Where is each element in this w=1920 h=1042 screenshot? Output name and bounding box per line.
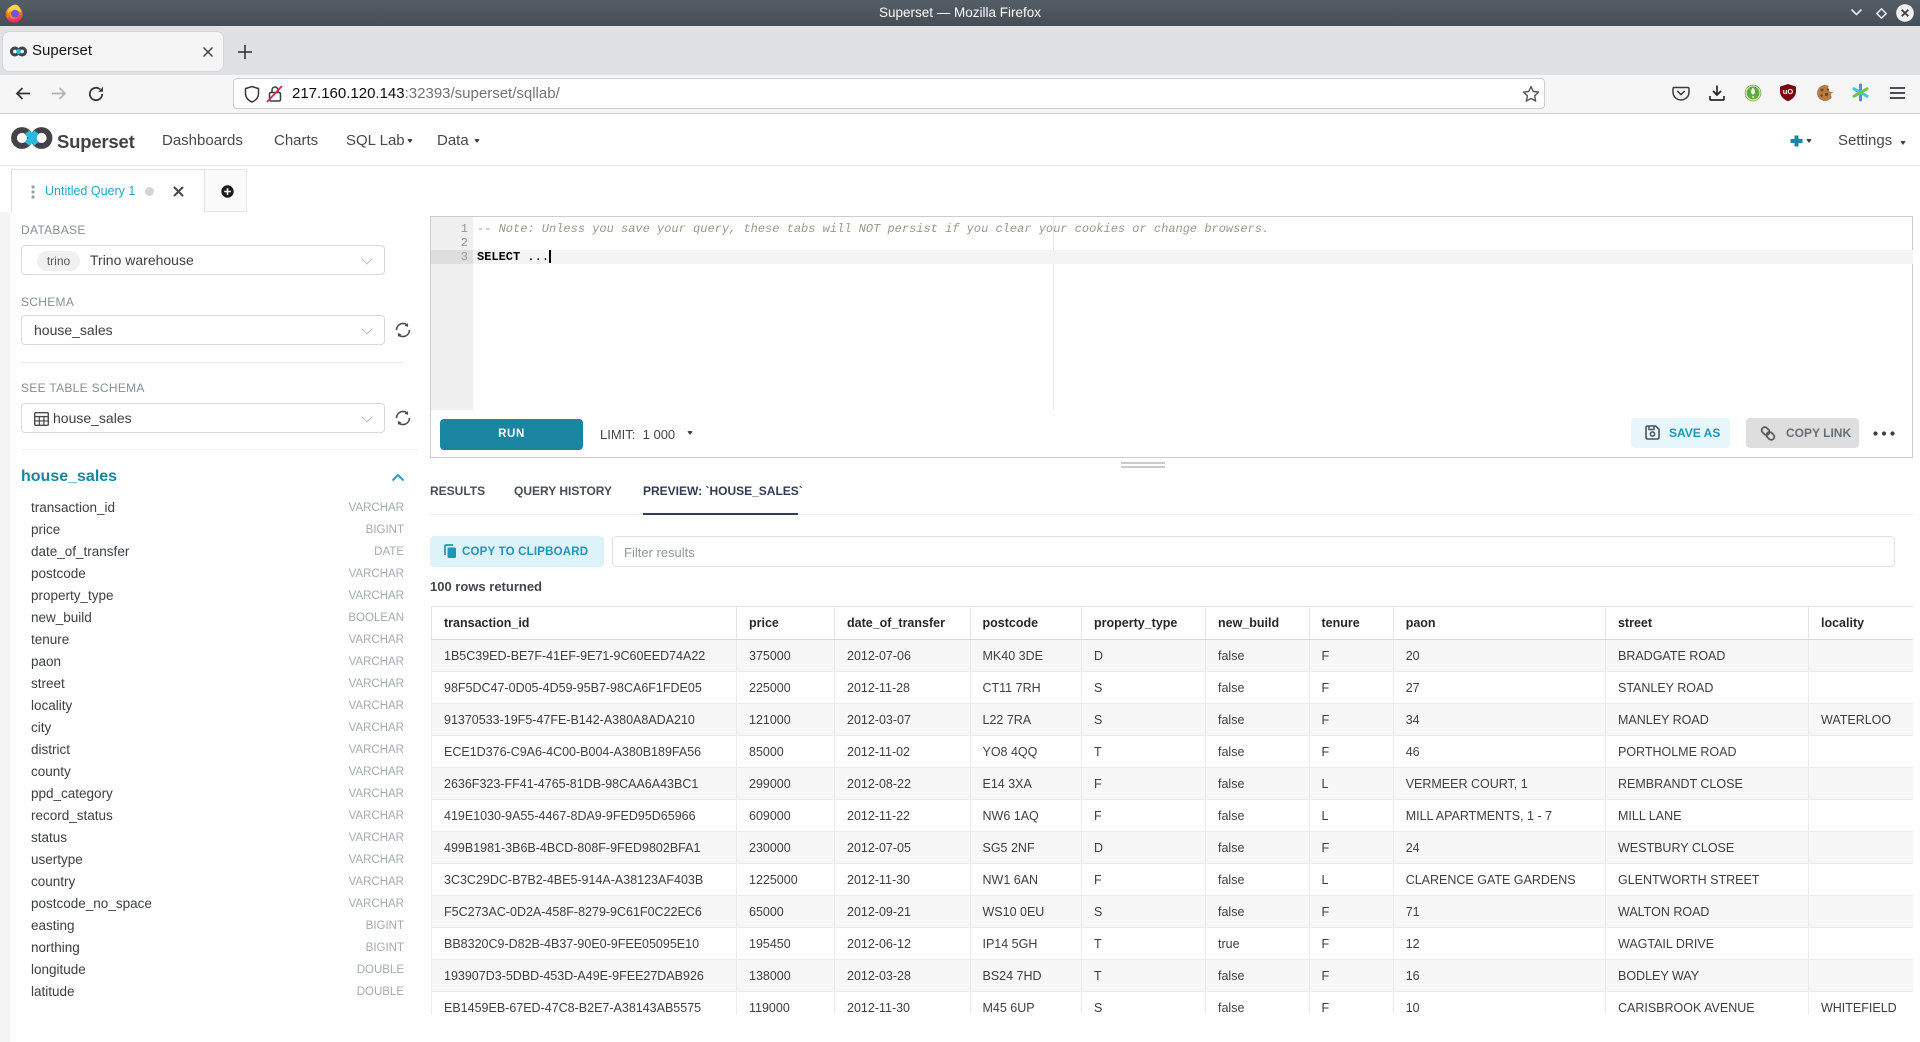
svg-text:uO: uO <box>1783 87 1794 96</box>
